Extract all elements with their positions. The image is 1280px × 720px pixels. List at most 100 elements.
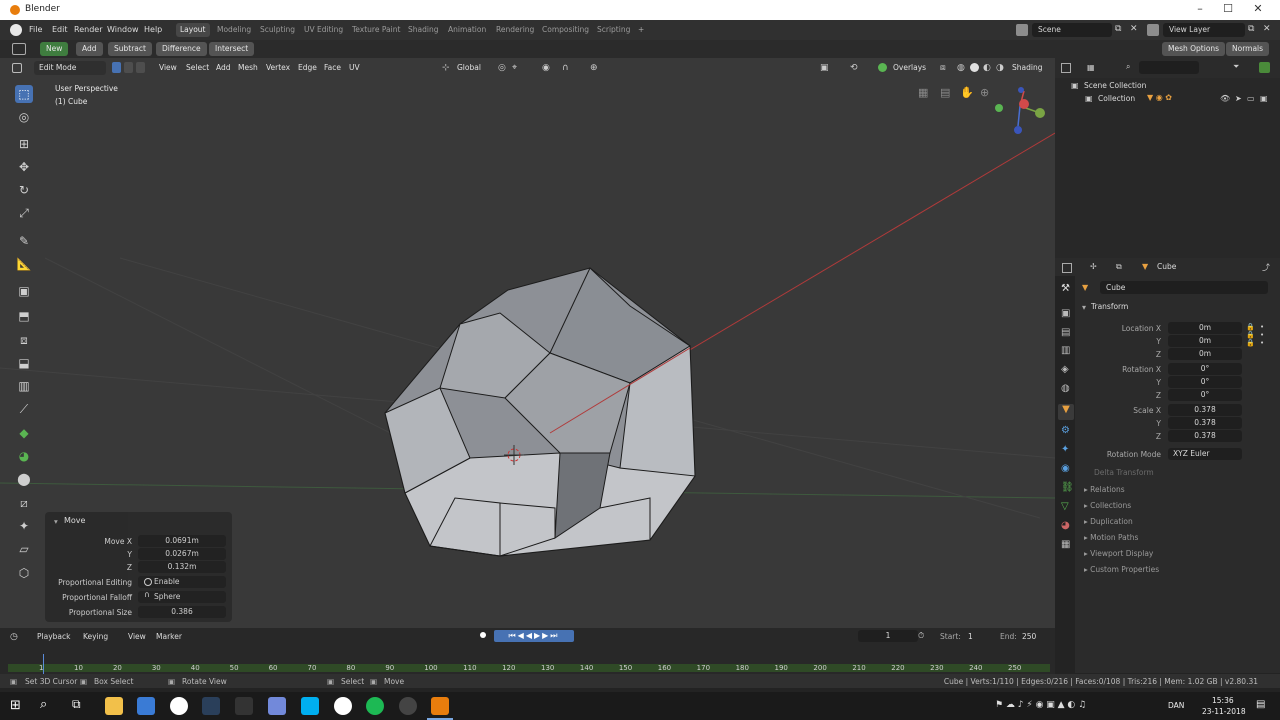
falloff-icon[interactable]: ∩	[562, 63, 569, 73]
bevel-tool-icon[interactable]: ⬓	[15, 354, 33, 372]
selectable-arrow-icon[interactable]: ➤	[1235, 94, 1242, 103]
scale-z-field[interactable]: 0.378	[1168, 430, 1242, 442]
tab-data-icon[interactable]: ▽	[1061, 501, 1069, 512]
blender-menu-icon[interactable]	[10, 24, 22, 36]
timeline-menu-view[interactable]: View	[128, 632, 146, 641]
scale-tool-icon[interactable]: ⤢	[15, 204, 33, 222]
new-view-layer-icon[interactable]: ⧉	[1248, 24, 1254, 34]
move-x-field[interactable]: 0.0691m	[138, 535, 226, 547]
section-relations[interactable]: ▸ Relations	[1084, 485, 1125, 494]
tab-compositing[interactable]: Compositing	[538, 23, 593, 37]
rendered-shading-icon[interactable]: ◑	[996, 63, 1004, 73]
pivot-icon[interactable]: ◎	[498, 63, 506, 73]
face-select-mode-icon[interactable]	[136, 62, 145, 73]
delete-view-layer-icon[interactable]: ✕	[1263, 24, 1271, 34]
camera-view-icon[interactable]: ▦	[918, 86, 928, 99]
timeline-editor-type-icon[interactable]: ◷	[10, 632, 18, 642]
tab-animation[interactable]: Animation	[444, 23, 490, 37]
editor-type-icon[interactable]	[12, 63, 22, 73]
inset-tool-icon[interactable]: ⧈	[15, 331, 33, 349]
record-icon[interactable]	[480, 632, 486, 638]
outliner-editor-type-icon[interactable]	[1061, 63, 1071, 73]
mode-add-button[interactable]: Add	[76, 42, 103, 56]
lock-location-icons[interactable]: 🔒 🔒 🔒	[1246, 323, 1255, 347]
tab-sculpting[interactable]: Sculpting	[256, 23, 299, 37]
end-frame-field[interactable]: 250	[1022, 632, 1036, 641]
viewport-gizmos-icon[interactable]: ⟲	[850, 63, 858, 73]
section-collections[interactable]: ▸ Collections	[1084, 501, 1131, 510]
extrude-tool-icon[interactable]: ⬒	[15, 307, 33, 325]
location-y-field[interactable]: 0m	[1168, 335, 1242, 347]
properties-editor[interactable]	[1055, 258, 1280, 673]
new-scene-icon[interactable]: ⧉	[1115, 24, 1121, 34]
menu-window[interactable]: Window	[107, 25, 139, 34]
timeline-editor[interactable]: ◷ Playback Keying View Marker ⏮◀◀▶▶⏭ 1 ⏱…	[0, 628, 1055, 674]
visibility-eye-icon[interactable]: 👁	[1220, 94, 1230, 103]
scene-collection-label[interactable]: Scene Collection	[1084, 81, 1146, 90]
tab-rendering[interactable]: Rendering	[492, 23, 538, 37]
vp-menu-uv[interactable]: UV	[349, 63, 360, 72]
display-mode-icon[interactable]: ▦	[1087, 63, 1095, 72]
pan-view-icon[interactable]: ✋	[960, 86, 974, 99]
vertex-select-mode-icon[interactable]	[112, 62, 121, 73]
wireframe-shading-icon[interactable]: ◍	[957, 63, 965, 73]
add-cube-tool-icon[interactable]: ▣	[15, 282, 33, 300]
material-shading-icon[interactable]: ◐	[983, 63, 991, 73]
minimize-icon[interactable]: –	[1190, 2, 1210, 18]
search-icon[interactable]: ⌕	[1126, 62, 1130, 72]
new-collection-icon[interactable]	[1259, 62, 1270, 73]
keyboard-language[interactable]: DAN	[1168, 701, 1184, 710]
menu-edit[interactable]: Edit	[52, 25, 68, 34]
epic-games-icon[interactable]	[235, 697, 253, 715]
tab-render-icon[interactable]: ▣	[1061, 308, 1070, 319]
pin-icon[interactable]: ✢	[1090, 262, 1097, 271]
rip-region-tool-icon[interactable]: ⬡	[15, 564, 33, 582]
normals-button[interactable]: Normals	[1226, 42, 1270, 56]
xbox-icon[interactable]	[334, 697, 352, 715]
mode-difference-button[interactable]: Difference	[156, 42, 207, 56]
menu-help[interactable]: Help	[144, 25, 162, 34]
section-viewport-display[interactable]: ▸ Viewport Display	[1084, 549, 1153, 558]
tab-tool-icon[interactable]: ⚒	[1061, 283, 1070, 294]
task-view-icon[interactable]: ⧉	[72, 697, 81, 712]
snap-icon[interactable]: ⌖	[512, 63, 517, 73]
edge-slide-tool-icon[interactable]: ⧄	[15, 494, 33, 512]
maximize-icon[interactable]: ☐	[1218, 2, 1238, 18]
mode-new-button[interactable]: New	[40, 42, 69, 56]
view-layer-selector[interactable]: View Layer	[1163, 23, 1245, 37]
smooth-tool-icon[interactable]: ⬤	[15, 470, 33, 488]
properties-display-icon[interactable]: ⧉	[1116, 262, 1122, 272]
select-box-tool-icon[interactable]	[12, 43, 26, 55]
rotation-mode-selector[interactable]: XYZ Euler	[1168, 448, 1242, 460]
tab-physics-icon[interactable]: ◉	[1061, 463, 1070, 474]
filter-icon[interactable]: ⏷	[1233, 62, 1239, 72]
vp-menu-view[interactable]: View	[159, 63, 177, 72]
tab-texture-paint[interactable]: Texture Paint	[348, 23, 404, 37]
rotation-z-field[interactable]: 0°	[1168, 389, 1242, 401]
scale-y-field[interactable]: 0.378	[1168, 417, 1242, 429]
mesh-options-button[interactable]: Mesh Options	[1162, 42, 1226, 56]
proportional-edit-icon[interactable]: ◉	[542, 63, 550, 73]
measure-tool-icon[interactable]: 📐	[15, 255, 33, 273]
location-x-field[interactable]: 0m	[1168, 322, 1242, 334]
discord-icon[interactable]	[268, 697, 286, 715]
spin-tool-icon[interactable]: ◕	[15, 447, 33, 465]
edited-mesh[interactable]	[384, 267, 696, 557]
vp-menu-select[interactable]: Select	[186, 63, 209, 72]
vp-menu-vertex[interactable]: Vertex	[266, 63, 290, 72]
tab-scripting[interactable]: Scripting	[593, 23, 634, 37]
perspective-toggle-icon[interactable]: ▤	[940, 86, 950, 99]
move-tool-icon[interactable]: ⊞	[15, 135, 33, 153]
xray-toggle-icon[interactable]: ⧈	[940, 63, 946, 73]
solid-shading-icon[interactable]	[970, 63, 979, 72]
annotate-tool-icon[interactable]: ✎	[15, 232, 33, 250]
proportional-size-field[interactable]: 0.386	[138, 606, 226, 618]
transform-section[interactable]: Transform	[1091, 302, 1128, 311]
search-taskbar-icon[interactable]: ⌕	[40, 697, 47, 712]
shrink-fatten-tool-icon[interactable]: ✦	[15, 517, 33, 535]
rotation-x-field[interactable]: 0°	[1168, 363, 1242, 375]
skype-icon[interactable]	[301, 697, 319, 715]
gizmo-toggle-icon[interactable]: ⊕	[590, 63, 598, 73]
delta-transform-section[interactable]: Delta Transform	[1094, 468, 1154, 477]
transform-orientation-selector[interactable]: Global	[452, 61, 486, 75]
